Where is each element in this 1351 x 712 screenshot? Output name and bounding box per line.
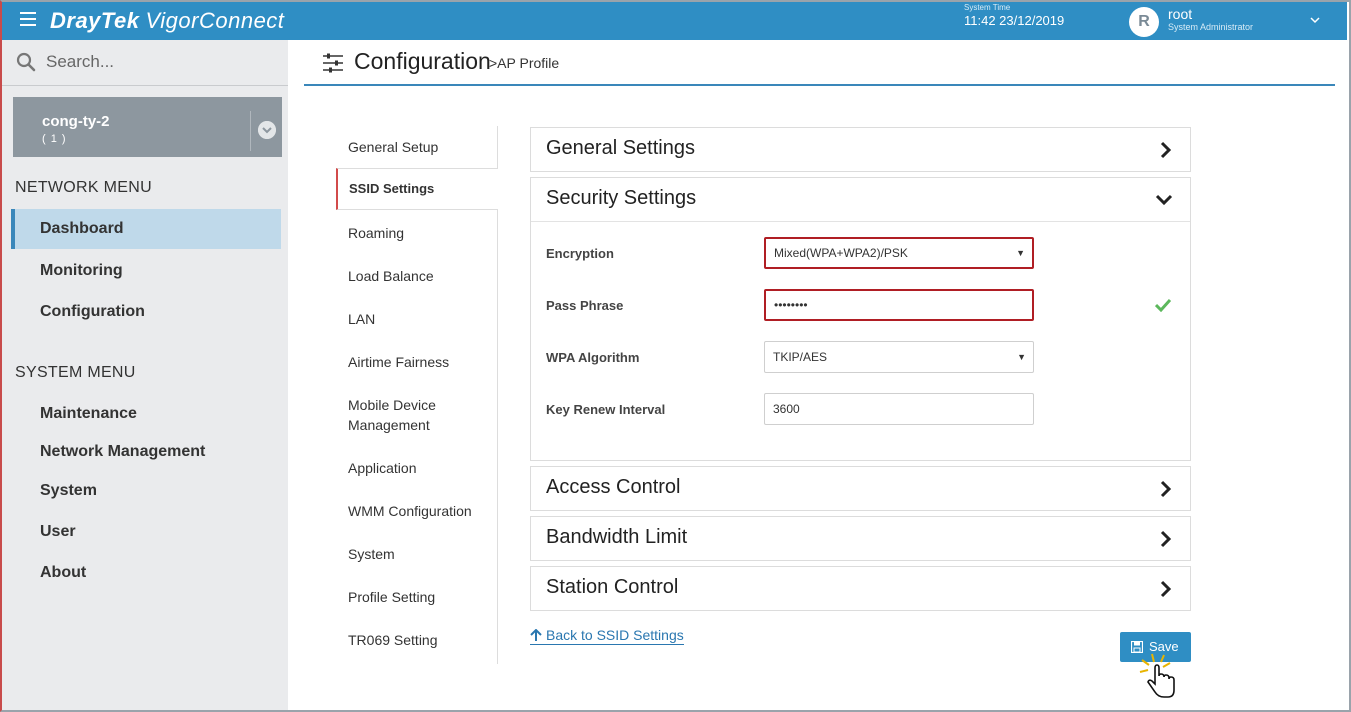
search-icon [16, 52, 36, 72]
sidebar-item-maintenance[interactable]: Maintenance [40, 405, 137, 423]
system-menu-header: SYSTEM MENU [15, 364, 136, 381]
system-time: 11:42 23/12/2019 [964, 13, 1065, 28]
site-name: cong-ty-2 [42, 113, 110, 130]
checkmark-icon [1155, 298, 1171, 312]
sidebar-item-user[interactable]: User [40, 523, 76, 541]
panel-title-access: Access Control [546, 476, 681, 498]
hamburger-menu-icon[interactable] [20, 12, 36, 26]
back-to-ssid-link[interactable]: Back to SSID Settings [530, 627, 684, 645]
chevron-right-icon[interactable] [1160, 530, 1172, 548]
user-role: System Administrator [1168, 22, 1254, 32]
system-time-label: System Time [964, 3, 1011, 12]
key-renew-label: Key Renew Interval [546, 402, 666, 417]
top-bar: DrayTek VigorConnect System Time 11:42 23… [2, 2, 1347, 40]
passphrase-value: •••••••• [774, 298, 808, 312]
chevron-down-circle-icon[interactable] [258, 121, 276, 139]
passphrase-input[interactable]: •••••••• [764, 289, 1034, 321]
panel-general-settings[interactable]: General Settings [530, 127, 1191, 172]
subnav-general-setup[interactable]: General Setup [348, 137, 488, 157]
panel-title-security: Security Settings [546, 187, 697, 209]
back-link-label: Back to SSID Settings [546, 627, 684, 643]
subnav-roaming[interactable]: Roaming [348, 223, 488, 243]
site-divider [250, 111, 251, 151]
sidebar: cong-ty-2 ( 1 ) NETWORK MENU Dashboard M… [2, 40, 288, 710]
breadcrumb: >AP Profile [489, 55, 560, 71]
wpa-algorithm-select[interactable]: TKIP/AES ▼ [764, 341, 1034, 373]
search-bar [2, 40, 288, 86]
sidebar-item-monitoring[interactable]: Monitoring [40, 262, 123, 280]
passphrase-label: Pass Phrase [546, 298, 624, 313]
sidebar-item-network-management[interactable]: Network Management [40, 443, 205, 461]
wpa-algorithm-label: WPA Algorithm [546, 350, 640, 365]
wpa-algorithm-value: TKIP/AES [773, 350, 828, 364]
key-renew-value: 3600 [773, 402, 800, 416]
brand-dray: Dray [50, 8, 101, 33]
chevron-right-icon[interactable] [1160, 480, 1172, 498]
panel-station-control[interactable]: Station Control [530, 566, 1191, 611]
chevron-right-icon[interactable] [1160, 141, 1172, 159]
hand-cursor-icon [1139, 653, 1175, 698]
key-renew-input[interactable]: 3600 [764, 393, 1034, 425]
arrow-up-icon [530, 629, 542, 641]
subnav-application[interactable]: Application [348, 458, 488, 478]
subnav-tr069-setting[interactable]: TR069 Setting [348, 630, 488, 650]
brand-product: VigorConnect [145, 8, 285, 33]
encryption-value: Mixed(WPA+WPA2)/PSK [774, 246, 908, 260]
sliders-icon [323, 53, 343, 73]
subnav-mobile-device-management[interactable]: Mobile Device Management [348, 395, 488, 435]
subnav-airtime-fairness[interactable]: Airtime Fairness [348, 352, 488, 372]
page-header: Configuration >AP Profile [304, 40, 1335, 86]
site-count: ( 1 ) [42, 133, 67, 145]
subnav-ssid-settings[interactable]: SSID Settings [336, 168, 498, 210]
panel-bandwidth-limit[interactable]: Bandwidth Limit [530, 516, 1191, 561]
page-title: Configuration [354, 48, 491, 74]
panel-divider [531, 221, 1190, 222]
dropdown-caret-icon: ▼ [1016, 248, 1025, 258]
encryption-label: Encryption [546, 246, 614, 261]
brand-logo: DrayTek VigorConnect [50, 8, 284, 34]
site-selector[interactable]: cong-ty-2 ( 1 ) [13, 97, 282, 157]
encryption-select[interactable]: Mixed(WPA+WPA2)/PSK ▼ [764, 237, 1034, 269]
sidebar-item-system[interactable]: System [40, 482, 97, 500]
panel-title-station: Station Control [546, 576, 679, 598]
chevron-down-icon[interactable] [1155, 194, 1173, 206]
sidebar-item-dashboard[interactable]: Dashboard [11, 209, 281, 249]
search-input[interactable] [46, 50, 276, 74]
panel-access-control[interactable]: Access Control [530, 466, 1191, 511]
subnav-wmm-configuration[interactable]: WMM Configuration [348, 501, 488, 521]
profile-subnav: General Setup SSID Settings Roaming Load… [336, 126, 498, 664]
avatar[interactable]: R [1129, 7, 1159, 37]
chevron-right-icon[interactable] [1160, 580, 1172, 598]
panel-security-settings: Security Settings Encryption Mixed(WPA+W… [530, 177, 1191, 461]
network-menu-header: NETWORK MENU [15, 179, 152, 196]
panel-title-general: General Settings [546, 137, 695, 159]
dropdown-caret-icon: ▼ [1017, 352, 1026, 362]
brand-tek: Tek [100, 8, 140, 33]
panel-title-bandwidth: Bandwidth Limit [546, 526, 688, 548]
username[interactable]: root [1168, 6, 1192, 22]
subnav-profile-setting[interactable]: Profile Setting [348, 587, 488, 607]
chevron-down-icon[interactable] [1310, 15, 1320, 25]
sidebar-item-configuration[interactable]: Configuration [40, 303, 145, 321]
subnav-lan[interactable]: LAN [348, 309, 488, 329]
subnav-system[interactable]: System [348, 544, 488, 564]
subnav-load-balance[interactable]: Load Balance [348, 266, 488, 286]
sidebar-item-about[interactable]: About [40, 564, 86, 582]
